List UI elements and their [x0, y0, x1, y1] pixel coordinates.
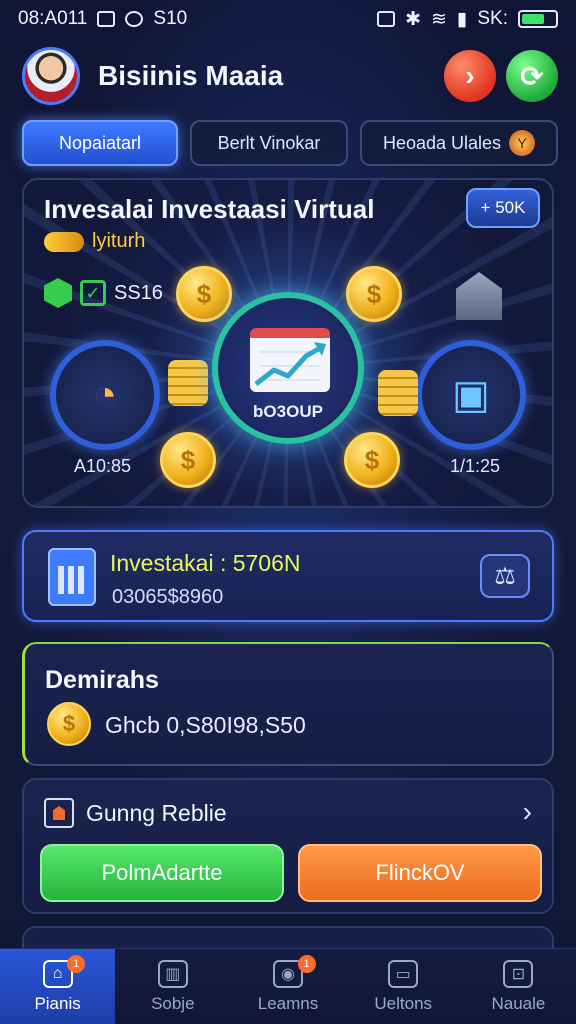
scale-button[interactable]: ⚖ — [480, 554, 530, 598]
check-icon: ✓ — [80, 280, 106, 306]
hero-stat-value: SS16 — [114, 281, 163, 304]
nav-item-ueltons[interactable]: ▭ Ueltons — [346, 949, 461, 1024]
balance-card[interactable]: Demirahs $ Ghcb 0,S80I98,S50 — [22, 642, 554, 766]
hero-subtitle: lyiturh — [92, 230, 146, 252]
status-extra: S10 — [153, 8, 188, 29]
investment-title: Investakai : 5706N — [110, 550, 301, 576]
coin-symbol: $ — [366, 278, 382, 309]
actions-title: Gunng Reblie — [86, 800, 227, 826]
app-title: Bisiinis Maaia — [98, 60, 284, 91]
chart-icon: ▥ — [157, 959, 188, 988]
hero-stat-row: ✓ SS16 — [44, 278, 163, 308]
pie-chart-icon: ◔ — [92, 372, 118, 417]
coin-symbol: $ — [62, 711, 76, 736]
growth-chart-ring[interactable]: bO3OUP — [212, 292, 364, 444]
gear-coin-icon — [44, 231, 84, 252]
wifi-icon: ≋ — [430, 8, 447, 30]
tab-berlt-vinokar[interactable]: Berlt Vinokar — [190, 120, 348, 166]
box-icon: ▣ — [452, 373, 490, 417]
calculator-icon — [48, 548, 96, 606]
hexagon-icon — [44, 278, 72, 308]
coin-stack-icon — [168, 360, 208, 406]
battery-icon — [518, 10, 558, 28]
coin-stack-icon — [378, 370, 418, 416]
nav-badge: 1 — [67, 955, 86, 973]
savings-label: 1/1:25 — [449, 456, 500, 476]
status-bar: 08:A011 S10 ✱ ≋ ▮ SK: — [0, 0, 576, 38]
notification-n-icon — [97, 11, 116, 27]
nav-label: Pianis — [34, 993, 81, 1013]
trend-arrow-icon — [254, 342, 326, 386]
coin-icon: $ — [346, 266, 402, 322]
y-badge-icon: Y — [509, 130, 536, 156]
add-funds-button[interactable]: + 50K — [466, 188, 540, 228]
nav-item-leamns[interactable]: ◉ Leamns 1 — [230, 949, 345, 1024]
scale-icon: ⚖ — [494, 562, 516, 590]
coin-icon: $ — [344, 432, 400, 488]
wallet-icon: ▭ — [388, 959, 419, 988]
secondary-action-button[interactable]: FlinckOV — [298, 844, 542, 902]
avatar[interactable] — [22, 47, 80, 105]
status-time: 08:A011 — [18, 8, 88, 29]
chevron-right-icon: › — [465, 60, 475, 91]
balance-title: Demirahs — [45, 666, 159, 694]
actions-card: Gunng Reblie › PolmAdartte FlinckOV — [22, 778, 554, 914]
alarm-icon — [125, 11, 144, 27]
refresh-icon: ⟳ — [520, 60, 544, 92]
investment-value: 03065$8960 — [112, 586, 224, 608]
balance-value: Ghcb 0,S80I98,S50 — [105, 712, 306, 738]
tab-bar: Nopaiatarl Berlt Vinokar Heoada Ulales Y — [22, 120, 558, 166]
portfolio-label: A10:85 — [74, 456, 132, 476]
nav-item-sobje[interactable]: ▥ Sobje — [115, 949, 230, 1024]
hero-subtitle-row: lyiturh — [44, 230, 145, 253]
bluetooth-icon: ✱ — [405, 8, 421, 30]
status-carrier: SK: — [477, 8, 508, 29]
lock-icon: ⊡ — [503, 959, 534, 988]
status-right: ✱ ≋ ▮ SK: — [377, 8, 558, 31]
chevron-right-icon[interactable]: › — [523, 796, 532, 828]
bottom-nav: ⌂ Pianis 1 ▥ Sobje ◉ Leamns 1 ▭ Ueltons … — [0, 948, 576, 1024]
savings-ring[interactable]: ▣ — [416, 340, 526, 450]
tab-label: Heoada Ulales — [382, 132, 502, 153]
growth-chart-icon — [250, 328, 330, 392]
house-icon — [44, 798, 74, 828]
mute-icon — [377, 11, 396, 27]
nav-label: Sobje — [151, 993, 195, 1013]
investment-card[interactable]: Investakai : 5706N 03065$8960 ⚖ — [22, 530, 554, 622]
refresh-button[interactable]: ⟳ — [506, 50, 558, 102]
hero-title: Invesalai Investaasi Virtual — [44, 194, 375, 224]
nav-label: Ueltons — [374, 993, 433, 1013]
nav-label: Leamns — [257, 993, 319, 1013]
coin-icon: $ — [176, 266, 232, 322]
next-button[interactable]: › — [444, 50, 496, 102]
primary-action-button[interactable]: PolmAdartte — [40, 844, 284, 902]
status-left: 08:A011 S10 — [18, 8, 187, 30]
nav-badge: 1 — [297, 955, 316, 973]
tab-heoada-ulales[interactable]: Heoada Ulales Y — [360, 120, 558, 166]
hero-card: Invesalai Investaasi Virtual lyiturh + 5… — [22, 178, 554, 508]
tab-label: Nopaiatarl — [58, 132, 142, 153]
nav-item-nauale[interactable]: ⊡ Nauale — [461, 949, 576, 1024]
coin-symbol: $ — [364, 444, 380, 475]
coin-symbol: $ — [196, 278, 212, 309]
portfolio-ring[interactable]: ◔ — [50, 340, 160, 450]
tab-label: Berlt Vinokar — [217, 132, 321, 153]
battery-fill — [522, 14, 545, 24]
coin-icon: $ — [160, 432, 216, 488]
app-header: Bisiinis Maaia › ⟳ — [22, 46, 558, 106]
coin-symbol: $ — [180, 444, 196, 475]
nav-item-pianis[interactable]: ⌂ Pianis 1 — [0, 949, 116, 1024]
nav-label: Nauale — [491, 993, 546, 1013]
growth-label: bO3OUP — [253, 402, 323, 421]
coin-icon: $ — [47, 702, 91, 746]
signal-icon: ▮ — [456, 8, 468, 30]
tab-nopaiatarl[interactable]: Nopaiatarl — [22, 120, 178, 166]
